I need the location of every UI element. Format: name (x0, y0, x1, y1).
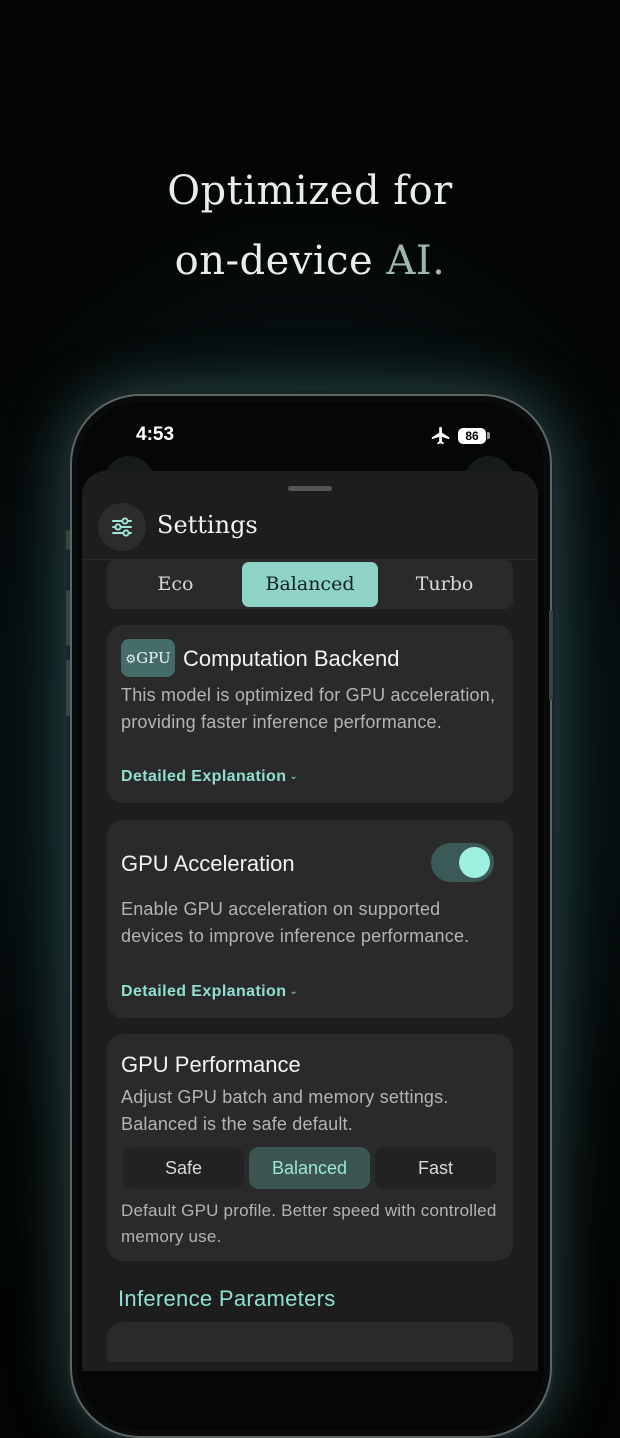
mode-option-eco[interactable]: Eco (109, 562, 242, 607)
gpu-badge: ⚙GPU (121, 639, 175, 677)
phone-volume-up-button (66, 590, 70, 646)
toggle-knob (459, 847, 490, 878)
battery-nub (487, 432, 490, 439)
gpu-performance-footnote: Default GPU profile. Better speed with c… (121, 1201, 497, 1246)
chevron-down-icon: ⌄ (289, 986, 299, 997)
acceleration-detailed-explanation-link[interactable]: Detailed Explanation ⌄ (121, 983, 298, 1001)
headline-line-2: on-device AI. (0, 238, 620, 284)
performance-option-fast[interactable]: Fast (375, 1147, 496, 1189)
backend-link-label: Detailed Explanation (121, 768, 287, 785)
mode-option-turbo[interactable]: Turbo (378, 562, 511, 607)
headline-line-2-text: on-device (174, 238, 387, 284)
performance-option-balanced[interactable]: Balanced (249, 1147, 370, 1189)
gpu-acceleration-title: GPU Acceleration (121, 851, 295, 876)
acceleration-link-label: Detailed Explanation (121, 983, 287, 1000)
status-time: 4:53 (136, 424, 175, 445)
gpu-performance-title: GPU Performance (121, 1052, 301, 1077)
gpu-badge-label: GPU (136, 649, 171, 667)
gpu-acceleration-description: Enable GPU acceleration on supported dev… (121, 899, 470, 946)
performance-option-safe[interactable]: Safe (123, 1147, 244, 1189)
computation-backend-title: Computation Backend (183, 646, 400, 671)
phone-volume-down-button (66, 660, 70, 716)
computation-backend-description: This model is optimized for GPU accelera… (121, 685, 496, 732)
phone-power-button (549, 610, 553, 700)
headline-line-1: Optimized for (167, 168, 453, 214)
inference-parameters-heading: Inference Parameters (118, 1286, 336, 1311)
backend-detailed-explanation-link[interactable]: Detailed Explanation ⌄ (121, 768, 298, 786)
mode-option-balanced[interactable]: Balanced (242, 562, 378, 607)
sheet-grabber[interactable] (288, 486, 332, 491)
gpu-performance-description: Adjust GPU batch and memory settings. Ba… (121, 1087, 449, 1134)
sliders-icon (112, 517, 132, 537)
inference-parameters-card (107, 1322, 513, 1362)
phone-side-button-left (66, 530, 70, 550)
chip-icon: ⚙ (125, 652, 137, 666)
settings-title: Settings (157, 511, 258, 539)
battery-icon: 86 (458, 428, 486, 444)
headline-accent: AI. (386, 238, 446, 284)
chevron-down-icon: ⌄ (289, 771, 299, 782)
airplane-icon (431, 426, 450, 445)
settings-header-icon (98, 503, 146, 551)
